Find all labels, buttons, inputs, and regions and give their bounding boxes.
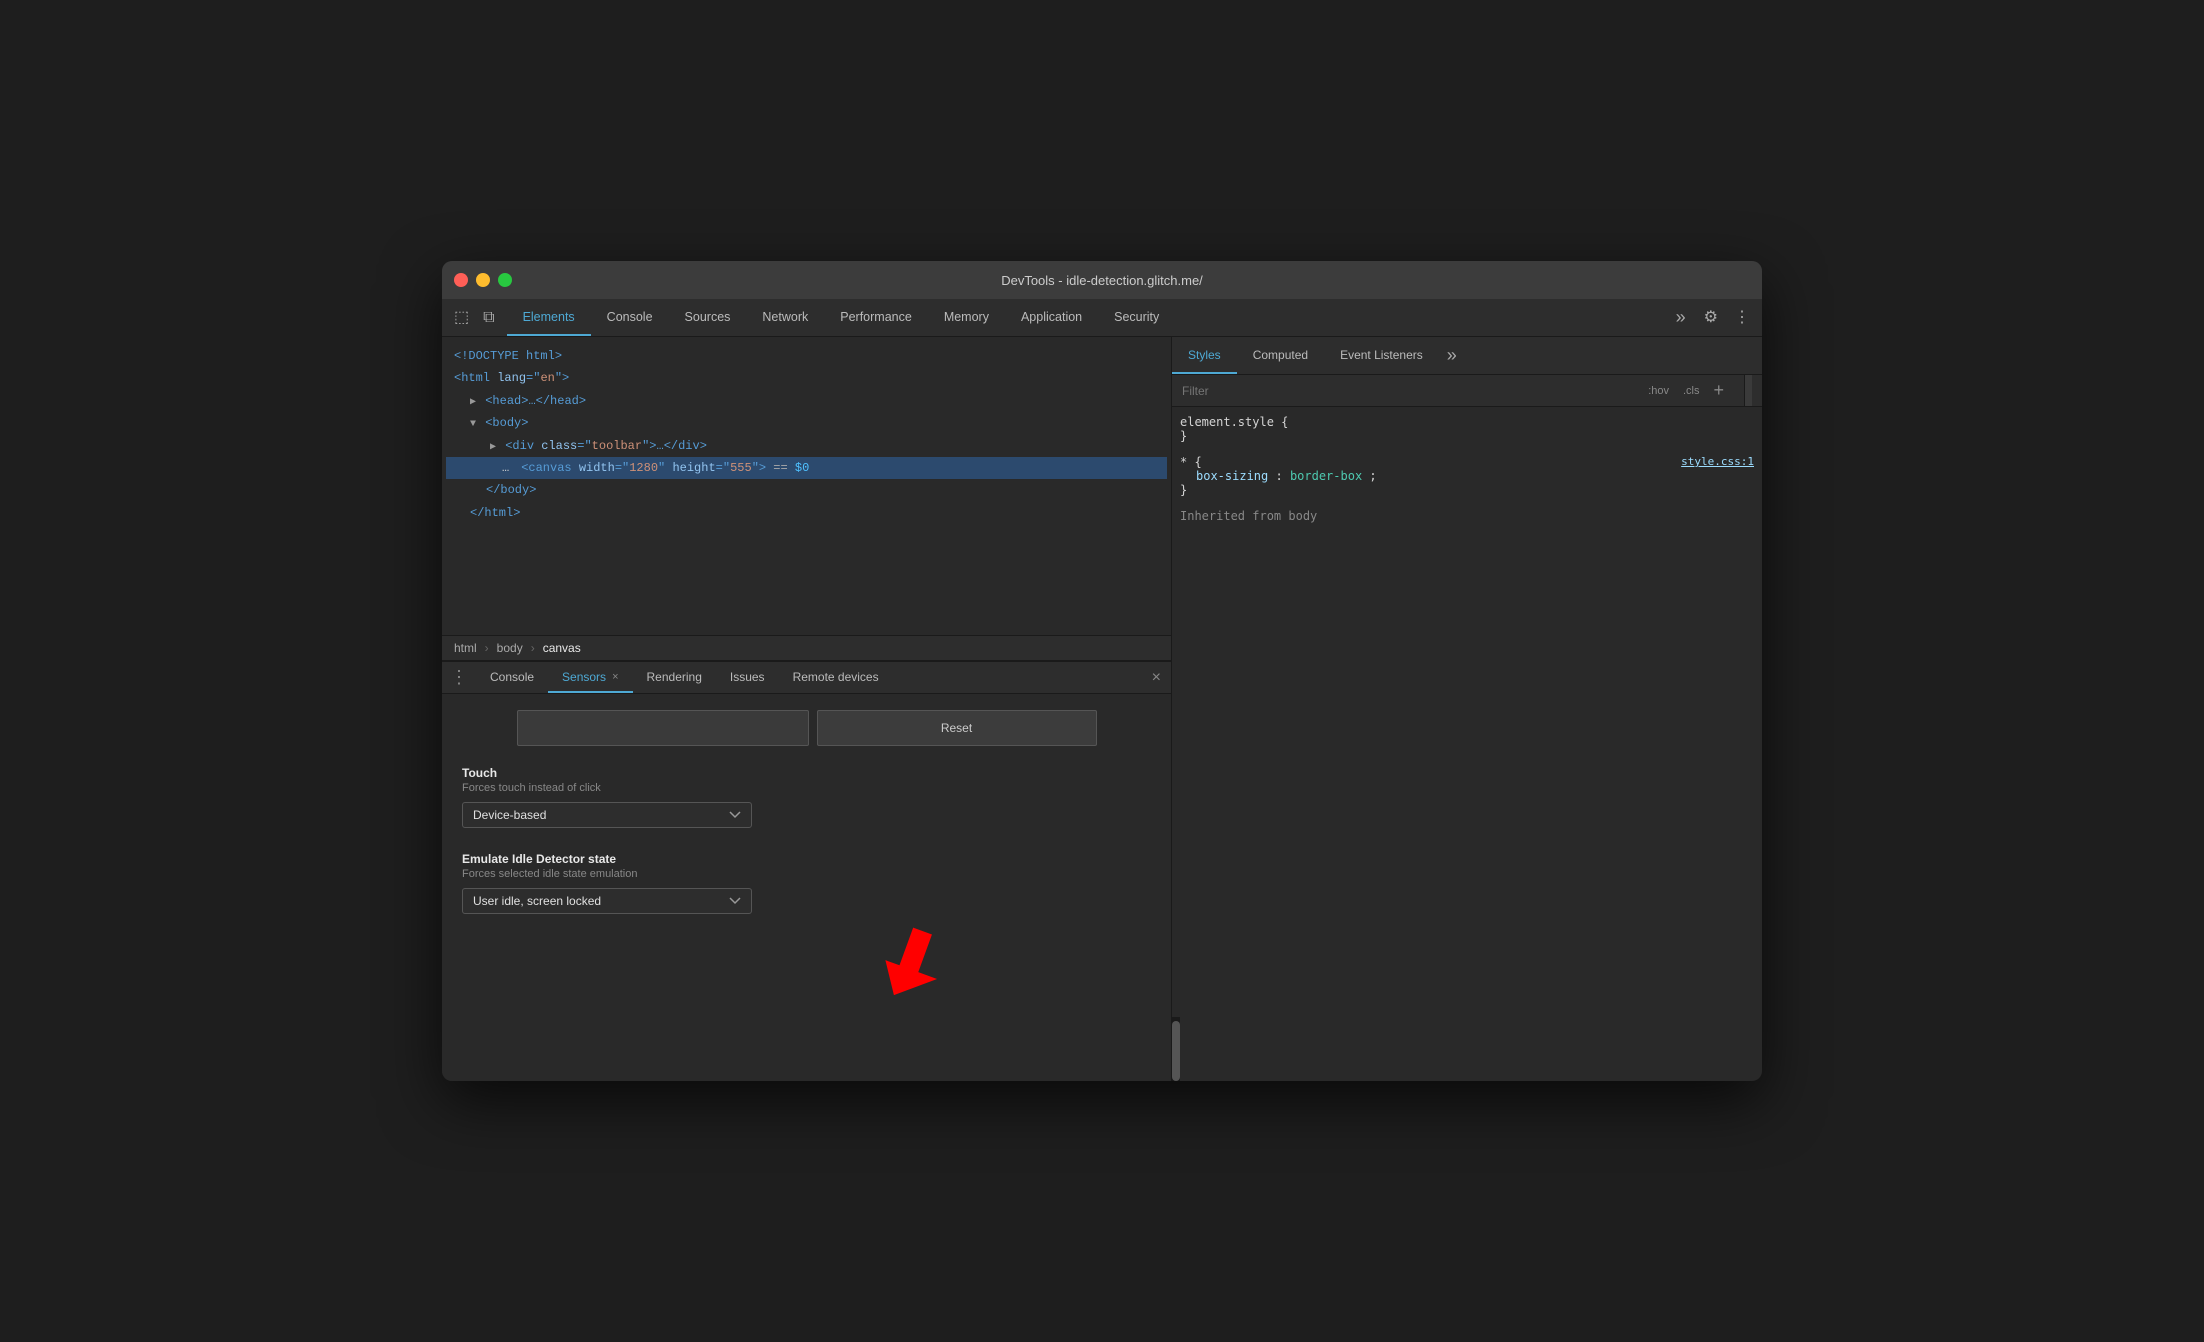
dom-line-html-close[interactable]: </html> (446, 502, 1167, 524)
touch-label: Touch (462, 766, 1151, 780)
styles-tabs-overflow-button[interactable]: » (1439, 337, 1465, 374)
collapse-icon: ▼ (470, 419, 476, 430)
idle-detector-select[interactable]: No override User active, screen unlocked… (462, 888, 752, 914)
cls-button[interactable]: .cls (1679, 383, 1704, 399)
traffic-lights (454, 273, 512, 287)
element-style-rule: element.style { } (1180, 415, 1754, 443)
style-file-link[interactable]: style.css:1 (1681, 455, 1754, 468)
more-menu-button[interactable]: ⋮ (1728, 306, 1756, 330)
dom-line-canvas[interactable]: … <canvas width="1280" height="555"> == … (446, 457, 1167, 479)
inspect-element-button[interactable]: ⬚ (448, 306, 475, 330)
main-area: <!DOCTYPE html> <html lang="en"> ▶ <head… (442, 337, 1762, 1081)
dom-line-body-open[interactable]: ▼ <body> (446, 412, 1167, 434)
devtools-action-buttons: ⚙ ⋮ (1698, 306, 1756, 330)
tab-memory[interactable]: Memory (928, 299, 1005, 336)
styles-content[interactable]: element.style { } * { style.css:1 box-si… (1172, 407, 1762, 1017)
sensors-content: Reset Touch Forces touch instead of clic… (442, 694, 1171, 1081)
bottom-tabs-more-button[interactable]: ⋮ (442, 662, 476, 693)
devtools-tabs-bar: ⬚ ⧉ Elements Console Sources Network Per… (442, 299, 1762, 337)
breadcrumb-body[interactable]: body (493, 640, 527, 656)
expand-icon: ▶ (470, 397, 476, 408)
touch-section: Touch Forces touch instead of click Devi… (462, 766, 1151, 828)
bottom-tab-issues[interactable]: Issues (716, 662, 779, 693)
close-sensors-tab-button[interactable]: × (612, 671, 618, 683)
add-style-rule-button[interactable]: + (1709, 380, 1728, 401)
minimize-button[interactable] (476, 273, 490, 287)
bottom-tab-sensors[interactable]: Sensors × (548, 662, 632, 693)
filter-actions: :hov .cls + (1644, 380, 1728, 401)
close-bottom-panel-button[interactable]: × (1142, 662, 1171, 693)
expand-icon: ▶ (490, 442, 496, 453)
elements-panel: <!DOCTYPE html> <html lang="en"> ▶ <head… (442, 337, 1172, 1081)
devtools-window: DevTools - idle-detection.glitch.me/ ⬚ ⧉… (442, 261, 1762, 1081)
tab-elements[interactable]: Elements (507, 299, 591, 336)
touch-select[interactable]: Device-based Force enabled Force disable… (462, 802, 752, 828)
maximize-button[interactable] (498, 273, 512, 287)
window-title: DevTools - idle-detection.glitch.me/ (1001, 273, 1203, 288)
dom-line-head[interactable]: ▶ <head>…</head> (446, 390, 1167, 412)
filter-bar: :hov .cls + (1172, 375, 1762, 407)
tab-console[interactable]: Console (591, 299, 669, 336)
touch-desc: Forces touch instead of click (462, 782, 1151, 794)
bottom-tab-remote-devices[interactable]: Remote devices (779, 662, 893, 693)
filter-input[interactable] (1182, 384, 1636, 398)
tab-application[interactable]: Application (1005, 299, 1098, 336)
red-arrow-annotation (872, 916, 952, 1001)
tab-network[interactable]: Network (746, 299, 824, 336)
styles-panel: Styles Computed Event Listeners » :hov .… (1172, 337, 1762, 1081)
breadcrumb-canvas[interactable]: canvas (539, 640, 585, 656)
universal-selector-rule: * { style.css:1 box-sizing : border-box … (1180, 455, 1754, 497)
dom-tree[interactable]: <!DOCTYPE html> <html lang="en"> ▶ <head… (442, 337, 1171, 635)
idle-detector-label: Emulate Idle Detector state (462, 852, 1151, 866)
breadcrumb-bar: html › body › canvas (442, 635, 1171, 661)
bottom-panel: ⋮ Console Sensors × Rendering Issues (442, 661, 1171, 1081)
titlebar: DevTools - idle-detection.glitch.me/ (442, 261, 1762, 299)
reset-row: Reset (462, 710, 1151, 746)
idle-detector-section: Emulate Idle Detector state Forces selec… (462, 852, 1151, 914)
breadcrumb-html[interactable]: html (450, 640, 481, 656)
tabs-overflow-button[interactable]: » (1668, 307, 1694, 328)
styles-scrollbar-track[interactable] (1172, 1017, 1180, 1081)
styles-tab-computed[interactable]: Computed (1237, 337, 1324, 374)
hov-button[interactable]: :hov (1644, 383, 1673, 399)
red-arrow-icon (872, 916, 952, 996)
dom-line-div[interactable]: ▶ <div class="toolbar">…</div> (446, 435, 1167, 457)
tab-performance[interactable]: Performance (824, 299, 928, 336)
settings-button[interactable]: ⚙ (1698, 306, 1724, 330)
styles-tab-styles[interactable]: Styles (1172, 337, 1237, 374)
device-toolbar-button[interactable]: ⧉ (477, 306, 500, 330)
reset-input-placeholder (517, 710, 809, 746)
bottom-tab-console[interactable]: Console (476, 662, 548, 693)
main-tab-list: Elements Console Sources Network Perform… (507, 299, 1668, 336)
idle-detector-desc: Forces selected idle state emulation (462, 868, 1151, 880)
tab-sources[interactable]: Sources (669, 299, 747, 336)
tab-security[interactable]: Security (1098, 299, 1175, 336)
bottom-tabs-bar: ⋮ Console Sensors × Rendering Issues (442, 662, 1171, 694)
dom-line-body-close[interactable]: </body> (446, 479, 1167, 501)
dom-line-html[interactable]: <html lang="en"> (446, 367, 1167, 389)
styles-tab-event-listeners[interactable]: Event Listeners (1324, 337, 1439, 374)
close-button[interactable] (454, 273, 468, 287)
devtools-tool-buttons: ⬚ ⧉ (448, 306, 501, 330)
reset-button[interactable]: Reset (817, 710, 1097, 746)
styles-tabs-bar: Styles Computed Event Listeners » (1172, 337, 1762, 375)
dom-line-doctype[interactable]: <!DOCTYPE html> (446, 345, 1167, 367)
styles-scrollbar (1744, 375, 1752, 406)
inherited-label: Inherited from body (1180, 509, 1754, 523)
bottom-tab-rendering[interactable]: Rendering (633, 662, 716, 693)
styles-scrollbar-thumb[interactable] (1172, 1021, 1180, 1081)
